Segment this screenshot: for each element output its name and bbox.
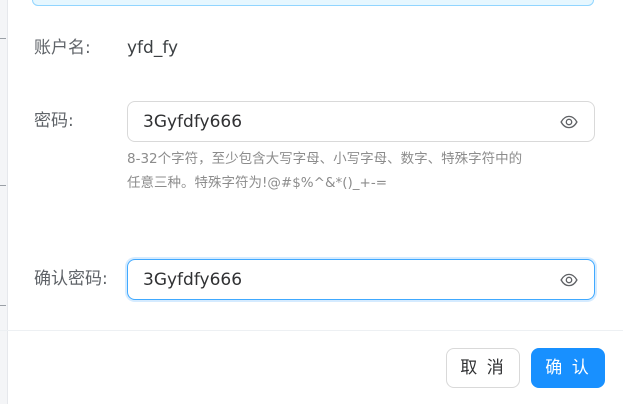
password-hint-line: 任意三种。特殊字符为!@#$%^&*()_+-= bbox=[127, 175, 388, 191]
eye-icon[interactable] bbox=[559, 271, 579, 289]
password-input[interactable]: 3Gyfdfy666 bbox=[127, 101, 595, 142]
background-tick bbox=[0, 38, 6, 39]
password-hint: 8-32个字符，至少包含大写字母、小写字母、数字、特殊字符中的 任意三种。特殊字… bbox=[127, 147, 597, 195]
password-hint-line: 8-32个字符，至少包含大写字母、小写字母、数字、特殊字符中的 bbox=[127, 151, 523, 167]
password-value: 3Gyfdfy666 bbox=[143, 112, 243, 132]
background-tick bbox=[0, 185, 6, 186]
password-label: 密码: bbox=[34, 111, 74, 131]
confirm-button[interactable]: 确 认 bbox=[531, 348, 605, 388]
background-page-edge bbox=[0, 0, 8, 404]
cancel-button[interactable]: 取 消 bbox=[446, 348, 520, 388]
eye-icon[interactable] bbox=[559, 113, 579, 131]
background-tick bbox=[0, 305, 6, 306]
confirm-password-input[interactable]: 3Gyfdfy666 bbox=[127, 259, 595, 300]
footer-divider bbox=[0, 330, 623, 331]
confirm-password-label: 确认密码: bbox=[34, 269, 108, 289]
modal-dialog: 账户名: yfd_fy 密码: 3Gyfdfy666 8-32个字符，至少包含大… bbox=[0, 0, 623, 404]
account-value: yfd_fy bbox=[127, 38, 179, 58]
account-label: 账户名: bbox=[34, 38, 91, 58]
confirm-password-value: 3Gyfdfy666 bbox=[143, 270, 243, 290]
info-alert-banner bbox=[32, 0, 594, 6]
